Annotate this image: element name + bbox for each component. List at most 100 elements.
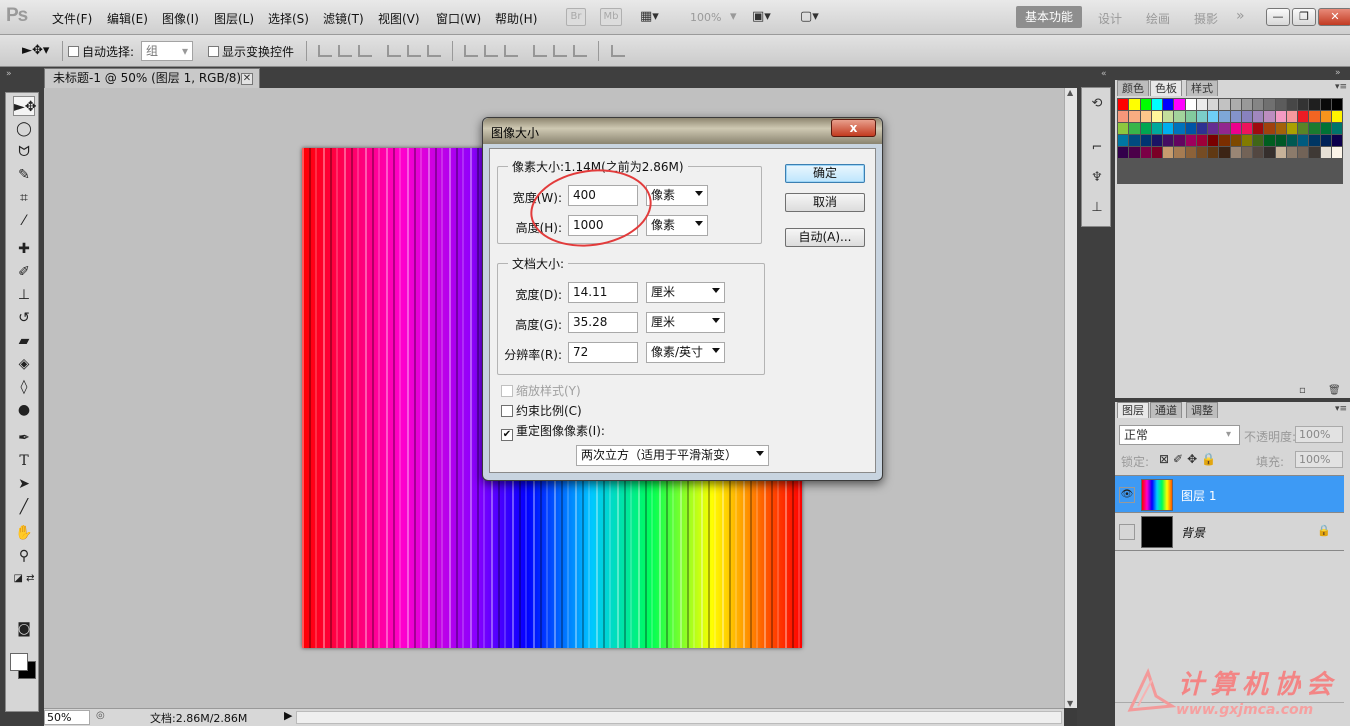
tab-channels[interactable]: 通道 [1150,402,1182,418]
menu-edit[interactable]: 编辑(E) [107,10,148,27]
color-swatch[interactable] [1174,123,1185,134]
color-swatch[interactable] [1230,147,1241,158]
distribute-bottom-icon[interactable] [504,45,518,57]
color-swatch[interactable] [1286,99,1297,110]
eraser-tool-icon[interactable]: ▰ [13,331,35,351]
color-swatch[interactable] [1286,111,1297,122]
blur-tool-icon[interactable]: ◊ [13,377,35,397]
tab-layers[interactable]: 图层 [1117,402,1149,418]
color-swatch[interactable] [1185,111,1196,122]
menu-select[interactable]: 选择(S) [268,10,309,27]
color-swatch[interactable] [1118,147,1129,158]
color-swatch[interactable] [1309,135,1320,146]
color-swatch[interactable] [1298,147,1309,158]
color-swatch[interactable] [1320,135,1331,146]
color-swatch[interactable] [1253,123,1264,134]
workspace-design[interactable]: 设计 [1098,10,1122,27]
color-swatch[interactable] [1241,123,1252,134]
color-swatch[interactable] [1230,123,1241,134]
workspace-photography[interactable]: 摄影 [1194,10,1218,27]
color-swatch[interactable] [1253,147,1264,158]
vertical-scrollbar[interactable]: ▲ ▼ [1064,88,1077,708]
color-swatch[interactable] [1331,99,1342,110]
menu-filter[interactable]: 滤镜(T) [323,10,364,27]
align-top-icon[interactable] [318,45,332,57]
close-tab-icon[interactable]: ✕ [241,73,253,85]
tab-adjustments[interactable]: 调整 [1186,402,1218,418]
document-tab[interactable]: 未标题-1 @ 50% (图层 1, RGB/8) * ✕ [44,68,260,88]
status-menu-arrow-icon[interactable]: ▶ [284,709,292,722]
color-swatch[interactable] [1129,123,1140,134]
menu-help[interactable]: 帮助(H) [495,10,537,27]
quick-mask-icon[interactable]: ◙ [13,619,35,639]
color-swatch[interactable] [1118,135,1129,146]
color-swatch[interactable] [1320,99,1331,110]
auto-select-checkbox[interactable]: 自动选择: [68,43,134,60]
clone-stamp-tool-icon[interactable]: ⊥ [13,285,35,305]
color-swatch[interactable] [1230,135,1241,146]
distribute-top-icon[interactable] [464,45,478,57]
color-swatch[interactable] [1264,135,1275,146]
history-brush-tool-icon[interactable]: ↺ [13,308,35,328]
tab-swatches[interactable]: 色板 [1150,80,1182,96]
status-zoom-field[interactable]: 50% [44,710,90,725]
color-swatch[interactable] [1309,99,1320,110]
cancel-button[interactable]: 取消 [785,193,865,212]
color-swatch[interactable] [1219,99,1230,110]
arrange-documents-icon[interactable]: ▣▾ [752,9,771,24]
distribute-hcenter-icon[interactable] [553,45,567,57]
color-swatch[interactable] [1241,147,1252,158]
color-swatch[interactable] [1264,147,1275,158]
color-swatch[interactable] [1208,99,1219,110]
color-swatch[interactable] [1275,135,1286,146]
color-swatch[interactable] [1264,111,1275,122]
color-swatch[interactable] [1298,123,1309,134]
scale-styles-checkbox[interactable]: 缩放样式(Y) [501,382,581,399]
blend-mode-dropdown[interactable]: 正常 ▾ [1119,425,1240,445]
collapse-strip-icon[interactable]: « [1101,69,1107,79]
color-swatch[interactable] [1174,147,1185,158]
color-swatch[interactable] [1309,123,1320,134]
color-swatch[interactable] [1275,123,1286,134]
doc-width-unit-select[interactable]: 厘米 [646,282,725,303]
color-swatch[interactable] [1151,135,1162,146]
scroll-down-icon[interactable]: ▼ [1067,699,1073,708]
type-tool-icon[interactable]: T [13,451,35,471]
color-swatch[interactable] [1264,123,1275,134]
color-swatch[interactable] [1140,99,1151,110]
distribute-right-icon[interactable] [573,45,587,57]
fill-field[interactable]: 100% [1295,451,1343,468]
color-swatch[interactable] [1320,111,1331,122]
dialog-close-button[interactable]: x [831,119,876,137]
resample-method-select[interactable]: 两次立方（适用于平滑渐变） [576,445,769,466]
tab-color[interactable]: 颜色 [1117,80,1149,96]
color-swatch[interactable] [1129,147,1140,158]
pixel-width-input[interactable]: 400 [568,185,638,206]
color-swatch[interactable] [1118,99,1129,110]
move-tool-preset-icon[interactable]: ►✥▾ [22,43,49,58]
color-swatch[interactable] [1286,123,1297,134]
color-swatch[interactable] [1253,99,1264,110]
color-swatch[interactable] [1151,123,1162,134]
hand-tool-icon[interactable]: ✋ [13,523,35,543]
zoom-dropdown-icon[interactable]: ▾ [730,9,737,24]
color-swatch[interactable] [1163,147,1174,158]
color-swatch[interactable] [1196,111,1207,122]
history-panel-icon[interactable]: ⟲ [1089,96,1105,112]
panel-menu-icon[interactable]: ▾≡ [1335,404,1347,414]
quick-select-tool-icon[interactable]: ✎ [13,165,35,185]
lock-options[interactable]: ⊠✐✥🔒 [1159,452,1220,466]
mini-bridge-button[interactable]: Mb [600,8,622,26]
color-swatch[interactable] [1286,135,1297,146]
clone-source-panel-icon[interactable]: ♆ [1089,170,1105,186]
healing-brush-tool-icon[interactable]: ✚ [13,239,35,259]
workspace-painting[interactable]: 绘画 [1146,10,1170,27]
color-swatch[interactable] [1151,147,1162,158]
color-swatch[interactable] [1185,135,1196,146]
color-swatch[interactable] [1230,99,1241,110]
brush-tool-icon[interactable]: ✐ [13,262,35,282]
color-swatch[interactable] [1129,99,1140,110]
color-swatch[interactable] [1253,135,1264,146]
color-swatch[interactable] [1196,135,1207,146]
scroll-up-icon[interactable]: ▲ [1067,88,1073,97]
